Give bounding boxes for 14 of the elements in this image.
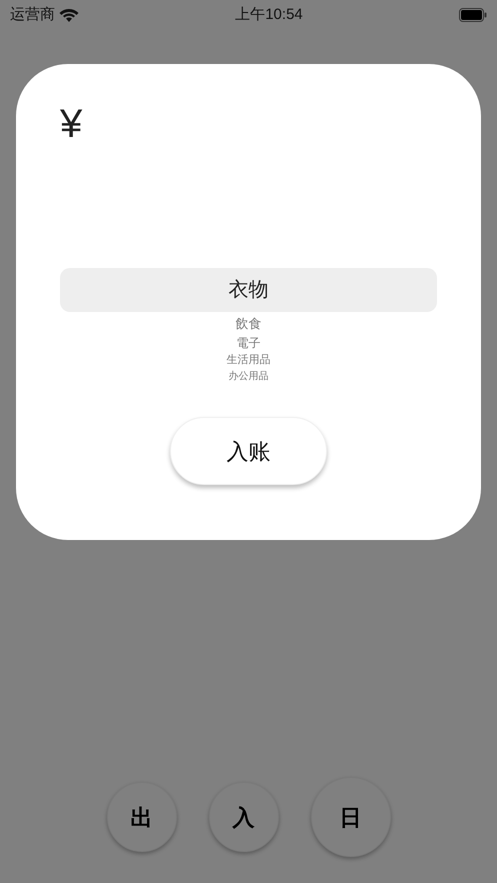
picker-option[interactable]: 办公用品 <box>228 371 268 384</box>
picker-selected-row[interactable]: 衣物 <box>60 268 437 312</box>
clock-time: 上午10:54 <box>235 4 303 25</box>
battery-icon <box>458 8 487 22</box>
confirm-button[interactable]: 入账 <box>170 417 327 486</box>
currency-symbol: ¥ <box>60 104 82 144</box>
carrier-name: 运营商 <box>10 4 55 25</box>
picker-option[interactable]: 飲食 <box>236 316 262 332</box>
round-button[interactable]: 出 <box>106 782 176 852</box>
picker-option[interactable]: 電子 <box>236 336 260 350</box>
wifi-icon <box>59 8 79 22</box>
round-button[interactable]: 入 <box>208 782 278 852</box>
picker-option[interactable]: 生活用品 <box>226 354 270 368</box>
round-button[interactable]: 日 <box>310 777 390 857</box>
